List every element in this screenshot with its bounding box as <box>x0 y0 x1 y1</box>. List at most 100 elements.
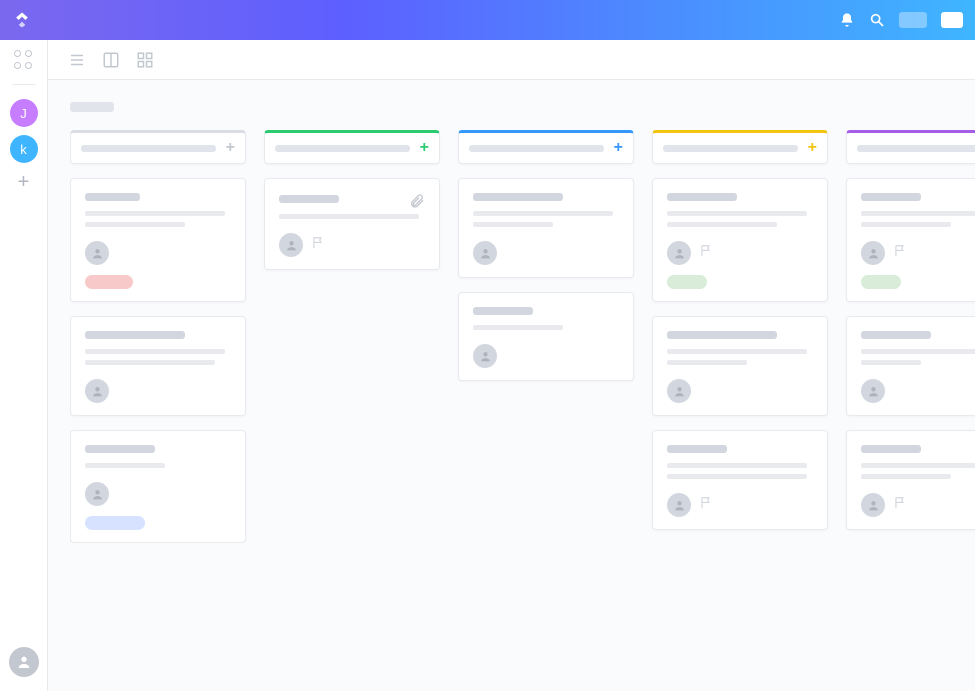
board-column: + <box>652 130 828 543</box>
card-title <box>667 331 777 339</box>
workspace-avatar-1[interactable]: J <box>10 99 38 127</box>
workspace-avatar-2[interactable]: k <box>10 135 38 163</box>
card-text-line <box>85 211 225 216</box>
add-card-icon[interactable]: + <box>420 139 429 157</box>
assignee-avatar[interactable] <box>85 241 109 265</box>
grid-view-icon[interactable] <box>136 51 154 69</box>
assignee-avatar[interactable] <box>473 241 497 265</box>
card[interactable] <box>458 178 634 278</box>
list-view-icon[interactable] <box>68 51 86 69</box>
notifications-icon[interactable] <box>839 12 855 28</box>
card-meta <box>85 482 231 506</box>
card-tag[interactable] <box>85 275 133 289</box>
board-view-icon[interactable] <box>102 51 120 69</box>
assignee-avatar[interactable] <box>667 241 691 265</box>
card-text-line <box>667 349 807 354</box>
app-logo[interactable] <box>12 10 32 30</box>
topbar-status[interactable] <box>899 12 927 28</box>
add-card-icon[interactable]: + <box>614 139 623 157</box>
card-text-line <box>861 349 975 354</box>
card[interactable] <box>652 178 828 302</box>
priority-flag-icon[interactable] <box>311 236 325 255</box>
card-title <box>667 193 737 201</box>
view-toolbar <box>48 40 975 80</box>
column-header[interactable]: + <box>458 130 634 164</box>
card-title <box>279 195 339 203</box>
priority-flag-icon[interactable] <box>893 244 907 263</box>
user-profile-button[interactable] <box>9 647 39 677</box>
card-tag[interactable] <box>861 275 901 289</box>
topbar-action-button[interactable] <box>941 12 963 28</box>
breadcrumb <box>70 102 114 112</box>
card[interactable] <box>652 316 828 416</box>
column-header[interactable]: + <box>846 130 975 164</box>
card[interactable] <box>846 316 975 416</box>
column-header[interactable]: + <box>264 130 440 164</box>
board-column: + <box>458 130 634 543</box>
kanban-board: + + + + + <box>70 130 975 543</box>
card-tag[interactable] <box>85 516 145 530</box>
card-meta <box>667 241 813 265</box>
column-title <box>275 145 410 152</box>
card-title <box>861 445 921 453</box>
card[interactable] <box>70 430 246 543</box>
add-card-icon[interactable]: + <box>226 139 235 157</box>
card-meta <box>861 379 975 403</box>
column-title <box>857 145 975 152</box>
card-meta <box>473 344 619 368</box>
card-text-line <box>861 211 975 216</box>
main-area: + + + + + <box>48 40 975 691</box>
card[interactable] <box>846 178 975 302</box>
card-meta <box>861 241 975 265</box>
apps-switcher-icon[interactable] <box>14 50 34 70</box>
priority-flag-icon[interactable] <box>699 244 713 263</box>
board-column: + <box>846 130 975 543</box>
attachment-icon <box>409 193 425 214</box>
avatar-initial: J <box>20 106 27 121</box>
assignee-avatar[interactable] <box>667 379 691 403</box>
divider <box>12 84 36 85</box>
assignee-avatar[interactable] <box>85 379 109 403</box>
card[interactable] <box>264 178 440 270</box>
card-meta <box>85 241 231 265</box>
card-title <box>473 307 533 315</box>
column-header[interactable]: + <box>70 130 246 164</box>
assignee-avatar[interactable] <box>667 493 691 517</box>
topbar <box>0 0 975 40</box>
card-text-line <box>667 211 807 216</box>
left-rail: J k + <box>0 40 48 691</box>
card-title <box>861 331 931 339</box>
card-text-line <box>667 360 747 365</box>
card-title <box>85 331 185 339</box>
card[interactable] <box>70 316 246 416</box>
assignee-avatar[interactable] <box>473 344 497 368</box>
card-title <box>85 445 155 453</box>
assignee-avatar[interactable] <box>861 493 885 517</box>
column-header[interactable]: + <box>652 130 828 164</box>
search-icon[interactable] <box>869 12 885 28</box>
card-text-line <box>667 474 807 479</box>
card-tag[interactable] <box>667 275 707 289</box>
card-text-line <box>85 360 215 365</box>
add-card-icon[interactable]: + <box>808 139 817 157</box>
column-title <box>81 145 216 152</box>
card[interactable] <box>846 430 975 530</box>
add-workspace-button[interactable]: + <box>18 171 30 194</box>
card-text-line <box>85 349 225 354</box>
priority-flag-icon[interactable] <box>699 496 713 515</box>
card-meta <box>667 379 813 403</box>
assignee-avatar[interactable] <box>861 241 885 265</box>
card[interactable] <box>458 292 634 381</box>
priority-flag-icon[interactable] <box>893 496 907 515</box>
card-meta <box>279 233 425 257</box>
card[interactable] <box>652 430 828 530</box>
content: + + + + + <box>48 80 975 691</box>
assignee-avatar[interactable] <box>861 379 885 403</box>
avatar-initial: k <box>20 142 27 157</box>
assignee-avatar[interactable] <box>279 233 303 257</box>
card-text-line <box>861 463 975 468</box>
board-column: + <box>70 130 246 543</box>
assignee-avatar[interactable] <box>85 482 109 506</box>
card-text-line <box>667 463 807 468</box>
card[interactable] <box>70 178 246 302</box>
